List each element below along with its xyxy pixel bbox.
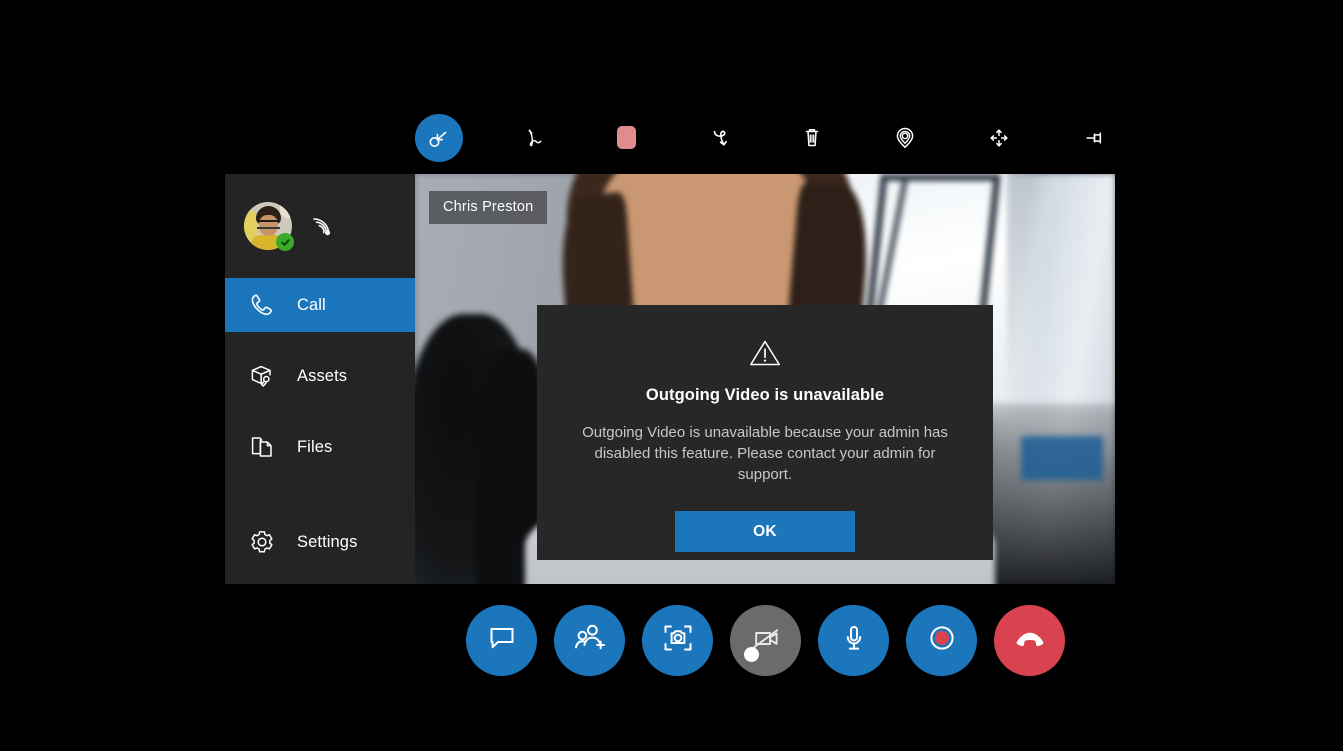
- pin-tool[interactable]: [1071, 114, 1119, 162]
- chat-bubble-icon: [485, 621, 519, 660]
- pointer-arrow-tool[interactable]: [415, 114, 463, 162]
- warning-triangle-icon: [748, 336, 782, 370]
- call-window: Call Assets: [225, 174, 1115, 584]
- dialog-message: Outgoing Video is unavailable because yo…: [573, 422, 957, 485]
- end-call-icon: [1011, 621, 1049, 660]
- sidebar-item-settings[interactable]: Settings: [225, 515, 415, 569]
- place-marker-tool[interactable]: [881, 114, 929, 162]
- sidebar-item-assets[interactable]: Assets: [225, 349, 415, 403]
- assets-box-icon: [245, 359, 279, 393]
- record-icon: [925, 621, 959, 660]
- video-status-dot: [744, 647, 759, 662]
- sidebar-item-label: Files: [297, 438, 332, 457]
- ok-button[interactable]: OK: [675, 511, 855, 552]
- annotation-toolbar: [415, 105, 1115, 170]
- sidebar-item-label: Assets: [297, 367, 347, 386]
- sidebar-item-label: Settings: [297, 533, 357, 552]
- sidebar-item-files[interactable]: Files: [225, 420, 415, 474]
- sidebar-item-call[interactable]: Call: [225, 278, 415, 332]
- chat-button[interactable]: [466, 605, 537, 676]
- pen-tool[interactable]: [509, 114, 557, 162]
- delete-tool[interactable]: [788, 114, 836, 162]
- presence-available-icon: [276, 233, 294, 251]
- microphone-icon: [837, 621, 871, 660]
- add-person-icon: [572, 621, 608, 660]
- outgoing-video-unavailable-dialog: Outgoing Video is unavailable Outgoing V…: [537, 305, 993, 560]
- microphone-button[interactable]: [818, 605, 889, 676]
- sidebar-item-label: Call: [297, 296, 326, 315]
- video-off-button[interactable]: [730, 605, 801, 676]
- add-participant-button[interactable]: [554, 605, 625, 676]
- sidebar-profile: [225, 174, 415, 278]
- snapshot-button[interactable]: [642, 605, 713, 676]
- move-tool[interactable]: [975, 114, 1023, 162]
- color-swatch-tool[interactable]: [602, 114, 650, 162]
- camera-snapshot-icon: [660, 621, 696, 660]
- participant-name-label: Chris Preston: [429, 191, 547, 224]
- call-control-bar: [466, 605, 1065, 676]
- gear-icon: [245, 525, 279, 559]
- undo-tool[interactable]: [695, 114, 743, 162]
- avatar[interactable]: [244, 202, 292, 250]
- record-button[interactable]: [906, 605, 977, 676]
- end-call-button[interactable]: [994, 605, 1065, 676]
- files-icon: [245, 430, 279, 464]
- color-swatch-chip: [617, 126, 636, 149]
- sidebar: Call Assets: [225, 174, 415, 584]
- phone-icon: [245, 288, 279, 322]
- remote-assist-call-app: Call Assets: [0, 0, 1343, 751]
- signal-strength-icon: [309, 213, 335, 239]
- dialog-title: Outgoing Video is unavailable: [646, 386, 884, 405]
- video-stage[interactable]: Chris Preston Outgoing Video is unavaila…: [415, 174, 1115, 584]
